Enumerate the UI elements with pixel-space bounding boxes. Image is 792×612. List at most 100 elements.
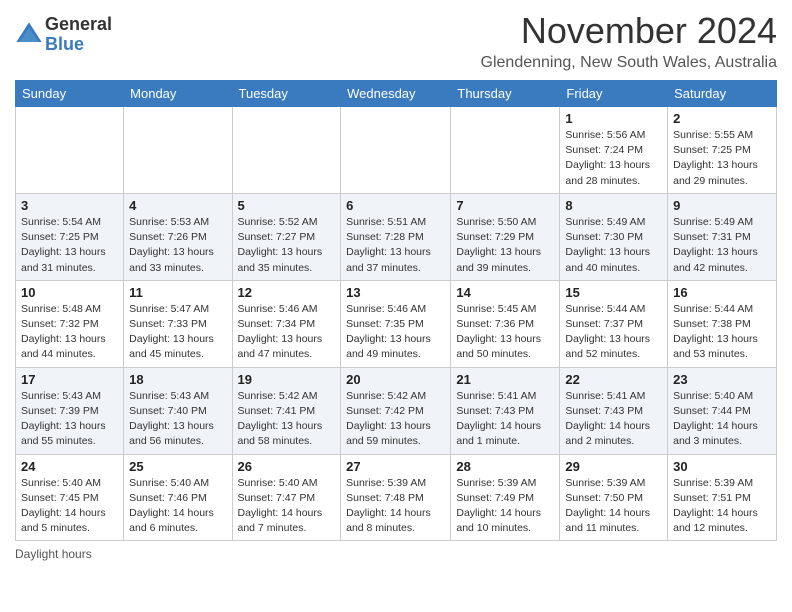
day-info: Sunrise: 5:40 AMSunset: 7:45 PMDaylight:… — [21, 476, 118, 537]
day-info: Sunrise: 5:49 AMSunset: 7:30 PMDaylight:… — [565, 215, 662, 276]
day-number: 5 — [238, 198, 336, 213]
day-info: Sunrise: 5:55 AMSunset: 7:25 PMDaylight:… — [673, 128, 771, 189]
calendar-cell: 25Sunrise: 5:40 AMSunset: 7:46 PMDayligh… — [124, 454, 232, 541]
calendar-table: SundayMondayTuesdayWednesdayThursdayFrid… — [15, 80, 777, 541]
day-number: 16 — [673, 285, 771, 300]
day-info: Sunrise: 5:44 AMSunset: 7:38 PMDaylight:… — [673, 302, 771, 363]
day-info: Sunrise: 5:46 AMSunset: 7:34 PMDaylight:… — [238, 302, 336, 363]
calendar-header-row: SundayMondayTuesdayWednesdayThursdayFrid… — [16, 81, 777, 107]
day-info: Sunrise: 5:51 AMSunset: 7:28 PMDaylight:… — [346, 215, 445, 276]
day-info: Sunrise: 5:46 AMSunset: 7:35 PMDaylight:… — [346, 302, 445, 363]
month-title: November 2024 — [481, 10, 777, 52]
calendar-week-3: 10Sunrise: 5:48 AMSunset: 7:32 PMDayligh… — [16, 280, 777, 367]
day-info: Sunrise: 5:39 AMSunset: 7:50 PMDaylight:… — [565, 476, 662, 537]
location-title: Glendenning, New South Wales, Australia — [481, 54, 777, 72]
day-info: Sunrise: 5:40 AMSunset: 7:47 PMDaylight:… — [238, 476, 336, 537]
day-number: 18 — [129, 372, 226, 387]
day-info: Sunrise: 5:49 AMSunset: 7:31 PMDaylight:… — [673, 215, 771, 276]
day-number: 20 — [346, 372, 445, 387]
day-number: 7 — [456, 198, 554, 213]
day-number: 14 — [456, 285, 554, 300]
day-number: 17 — [21, 372, 118, 387]
logo-text: General Blue — [45, 15, 112, 55]
logo-general: General — [45, 15, 112, 35]
calendar-cell: 26 Sunrise: 5:40 AMSunset: 7:47 PMDayligh… — [232, 454, 341, 541]
day-number: 13 — [346, 285, 445, 300]
day-info: Sunrise: 5:41 AMSunset: 7:43 PMDaylight:… — [565, 389, 662, 450]
day-number: 8 — [565, 198, 662, 213]
calendar-cell: 18 Sunrise: 5:43 AMSunset: 7:40 PMDayligh… — [124, 367, 232, 454]
day-info: Sunrise: 5:42 AMSunset: 7:42 PMDaylight:… — [346, 389, 445, 450]
day-info: Sunrise: 5:40 AMSunset: 7:46 PMDaylight:… — [129, 476, 226, 537]
calendar-cell: 14Sunrise: 5:45 AMSunset: 7:36 PMDayligh… — [451, 280, 560, 367]
day-number: 24 — [21, 459, 118, 474]
day-number: 15 — [565, 285, 662, 300]
calendar-week-4: 17 Sunrise: 5:43 AMSunset: 7:39 PMDayligh… — [16, 367, 777, 454]
day-number: 26 — [238, 459, 336, 474]
calendar-cell: 28 Sunrise: 5:39 AMSunset: 7:49 PMDayligh… — [451, 454, 560, 541]
calendar-cell: 20 Sunrise: 5:42 AMSunset: 7:42 PMDayligh… — [341, 367, 451, 454]
title-block: November 2024 Glendenning, New South Wal… — [481, 10, 777, 72]
page-header: General Blue November 2024 Glendenning, … — [15, 10, 777, 72]
day-info: Sunrise: 5:43 AMSunset: 7:39 PMDaylight:… — [21, 389, 118, 450]
day-info: Sunrise: 5:56 AMSunset: 7:24 PMDaylight:… — [565, 128, 662, 189]
calendar-cell: 4 Sunrise: 5:53 AMSunset: 7:26 PMDaylight… — [124, 193, 232, 280]
header-sunday: Sunday — [16, 81, 124, 107]
calendar-cell — [16, 107, 124, 194]
calendar-cell: 10Sunrise: 5:48 AMSunset: 7:32 PMDayligh… — [16, 280, 124, 367]
day-info: Sunrise: 5:53 AMSunset: 7:26 PMDaylight:… — [129, 215, 226, 276]
calendar-cell: 29 Sunrise: 5:39 AMSunset: 7:50 PMDayligh… — [560, 454, 668, 541]
calendar-cell: 2 Sunrise: 5:55 AMSunset: 7:25 PMDaylight… — [668, 107, 777, 194]
day-number: 23 — [673, 372, 771, 387]
day-info: Sunrise: 5:54 AMSunset: 7:25 PMDaylight:… — [21, 215, 118, 276]
day-number: 3 — [21, 198, 118, 213]
logo-blue: Blue — [45, 35, 112, 55]
calendar-cell: 13 Sunrise: 5:46 AMSunset: 7:35 PMDayligh… — [341, 280, 451, 367]
day-info: Sunrise: 5:43 AMSunset: 7:40 PMDaylight:… — [129, 389, 226, 450]
calendar-cell: 6 Sunrise: 5:51 AMSunset: 7:28 PMDaylight… — [341, 193, 451, 280]
calendar-cell — [451, 107, 560, 194]
calendar-cell: 30Sunrise: 5:39 AMSunset: 7:51 PMDayligh… — [668, 454, 777, 541]
day-number: 6 — [346, 198, 445, 213]
calendar-cell: 5Sunrise: 5:52 AMSunset: 7:27 PMDaylight… — [232, 193, 341, 280]
calendar-week-1: 1 Sunrise: 5:56 AMSunset: 7:24 PMDaylight… — [16, 107, 777, 194]
calendar-cell: 22 Sunrise: 5:41 AMSunset: 7:43 PMDayligh… — [560, 367, 668, 454]
header-friday: Friday — [560, 81, 668, 107]
day-number: 29 — [565, 459, 662, 474]
header-wednesday: Wednesday — [341, 81, 451, 107]
calendar-cell: 7 Sunrise: 5:50 AMSunset: 7:29 PMDaylight… — [451, 193, 560, 280]
calendar-cell: 24 Sunrise: 5:40 AMSunset: 7:45 PMDayligh… — [16, 454, 124, 541]
day-number: 10 — [21, 285, 118, 300]
header-saturday: Saturday — [668, 81, 777, 107]
day-number: 22 — [565, 372, 662, 387]
calendar-cell: 27 Sunrise: 5:39 AMSunset: 7:48 PMDayligh… — [341, 454, 451, 541]
day-info: Sunrise: 5:39 AMSunset: 7:51 PMDaylight:… — [673, 476, 771, 537]
day-number: 1 — [565, 111, 662, 126]
calendar-week-2: 3 Sunrise: 5:54 AMSunset: 7:25 PMDaylight… — [16, 193, 777, 280]
calendar-cell — [124, 107, 232, 194]
calendar-cell: 23 Sunrise: 5:40 AMSunset: 7:44 PMDayligh… — [668, 367, 777, 454]
day-number: 11 — [129, 285, 226, 300]
day-info: Sunrise: 5:41 AMSunset: 7:43 PMDaylight:… — [456, 389, 554, 450]
day-info: Sunrise: 5:40 AMSunset: 7:44 PMDaylight:… — [673, 389, 771, 450]
calendar-cell — [341, 107, 451, 194]
day-number: 2 — [673, 111, 771, 126]
day-number: 27 — [346, 459, 445, 474]
calendar-cell: 16 Sunrise: 5:44 AMSunset: 7:38 PMDayligh… — [668, 280, 777, 367]
day-info: Sunrise: 5:39 AMSunset: 7:49 PMDaylight:… — [456, 476, 554, 537]
day-info: Sunrise: 5:47 AMSunset: 7:33 PMDaylight:… — [129, 302, 226, 363]
day-number: 19 — [238, 372, 336, 387]
day-number: 4 — [129, 198, 226, 213]
calendar-cell: 9 Sunrise: 5:49 AMSunset: 7:31 PMDaylight… — [668, 193, 777, 280]
calendar-cell: 15 Sunrise: 5:44 AMSunset: 7:37 PMDayligh… — [560, 280, 668, 367]
calendar-cell — [232, 107, 341, 194]
header-monday: Monday — [124, 81, 232, 107]
day-number: 9 — [673, 198, 771, 213]
header-tuesday: Tuesday — [232, 81, 341, 107]
day-info: Sunrise: 5:44 AMSunset: 7:37 PMDaylight:… — [565, 302, 662, 363]
day-number: 28 — [456, 459, 554, 474]
day-info: Sunrise: 5:39 AMSunset: 7:48 PMDaylight:… — [346, 476, 445, 537]
calendar-cell: 12Sunrise: 5:46 AMSunset: 7:34 PMDayligh… — [232, 280, 341, 367]
day-info: Sunrise: 5:50 AMSunset: 7:29 PMDaylight:… — [456, 215, 554, 276]
calendar-week-5: 24 Sunrise: 5:40 AMSunset: 7:45 PMDayligh… — [16, 454, 777, 541]
